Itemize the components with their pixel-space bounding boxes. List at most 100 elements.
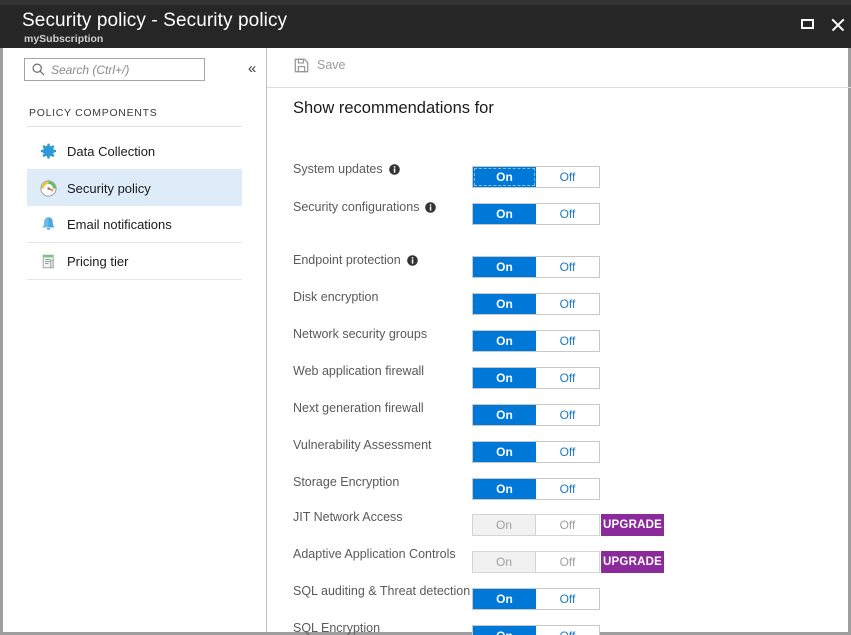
toggle-on-segment: On: [473, 552, 536, 572]
titlebar-top-strip: [0, 0, 851, 5]
recommendation-label: Storage Encryption: [293, 475, 399, 489]
recommendation-label-text: System updates: [293, 162, 383, 176]
recommendation-toggle[interactable]: OnOff: [472, 330, 600, 352]
recommendation-label-text: JIT Network Access: [293, 510, 403, 524]
sidebar-section-divider: [27, 126, 242, 127]
toggle-on-segment[interactable]: On: [473, 405, 536, 425]
sidebar-item-email-notifications[interactable]: Email notifications: [27, 206, 242, 242]
recommendation-toggle[interactable]: OnOff: [472, 441, 600, 463]
command-toolbar: Save: [267, 48, 851, 87]
toggle-on-segment: On: [473, 515, 536, 535]
gauge-icon: [39, 179, 57, 197]
maximize-button[interactable]: [793, 10, 821, 38]
toggle-on-segment[interactable]: On: [473, 331, 536, 351]
recommendation-label: SQL auditing & Threat detection: [293, 584, 470, 598]
recommendation-label: Security configurations: [293, 200, 436, 214]
sidebar-item-label: Security policy: [67, 181, 151, 196]
recommendation-label: JIT Network Access: [293, 510, 403, 524]
toggle-on-segment[interactable]: On: [473, 257, 536, 277]
toggle-off-segment[interactable]: Off: [536, 167, 599, 187]
toggle-off-segment[interactable]: Off: [536, 479, 599, 499]
close-icon: [830, 17, 845, 32]
save-button[interactable]: Save: [293, 57, 346, 73]
recommendation-label-text: Adaptive Application Controls: [293, 547, 456, 561]
window-titlebar: Security policy - Security policy mySubs…: [0, 0, 851, 48]
page-subtitle: mySubscription: [24, 33, 103, 45]
save-icon: [293, 57, 309, 73]
toggle-off-segment[interactable]: Off: [536, 204, 599, 224]
toggle-off-segment[interactable]: Off: [536, 368, 599, 388]
sidebar-item-label: Email notifications: [67, 217, 172, 232]
recommendation-toggle[interactable]: OnOff: [472, 367, 600, 389]
search-box[interactable]: [24, 58, 205, 81]
toggle-on-segment[interactable]: On: [473, 626, 536, 635]
main-pane: Save Show recommendations for System upd…: [267, 48, 851, 632]
toggle-on-segment[interactable]: On: [473, 294, 536, 314]
recommendation-label-text: Network security groups: [293, 327, 427, 341]
sidebar-item-label: Data Collection: [67, 144, 155, 159]
info-icon[interactable]: [389, 164, 400, 175]
recommendation-toggle: OnOff: [472, 514, 600, 536]
recommendation-label: Adaptive Application Controls: [293, 547, 456, 561]
recommendation-toggle[interactable]: OnOff: [472, 203, 600, 225]
security-policy-window: Security policy - Security policy mySubs…: [0, 0, 851, 635]
toggle-off-segment[interactable]: Off: [536, 405, 599, 425]
toggle-off-segment[interactable]: Off: [536, 331, 599, 351]
recommendation-label: Vulnerability Assessment: [293, 438, 432, 452]
bell-icon: [39, 215, 57, 233]
toggle-off-segment[interactable]: Off: [536, 294, 599, 314]
search-input[interactable]: [51, 63, 191, 77]
sidebar-item-security-policy[interactable]: Security policy: [27, 170, 242, 206]
page-title: Security policy - Security policy: [22, 10, 287, 32]
recommendation-toggle[interactable]: OnOff: [472, 404, 600, 426]
section-title: Show recommendations for: [293, 99, 494, 118]
recommendation-label-text: Web application firewall: [293, 364, 424, 378]
sidebar: « POLICY COMPONENTS Data Collection: [3, 48, 266, 632]
close-button[interactable]: [823, 10, 851, 38]
sidebar-item-pricing-tier[interactable]: Pricing tier: [27, 243, 242, 279]
toggle-off-segment: Off: [536, 515, 599, 535]
toggle-on-segment[interactable]: On: [473, 368, 536, 388]
toggle-on-segment[interactable]: On: [473, 442, 536, 462]
recommendation-label-text: Vulnerability Assessment: [293, 438, 432, 452]
toggle-off-segment[interactable]: Off: [536, 257, 599, 277]
search-icon: [32, 63, 45, 76]
recommendation-label: Disk encryption: [293, 290, 378, 304]
upgrade-badge[interactable]: UPGRADE: [601, 514, 664, 536]
gear-icon: [39, 142, 57, 160]
recommendation-toggle[interactable]: OnOff: [472, 625, 600, 635]
recommendation-toggle[interactable]: OnOff: [472, 256, 600, 278]
toggle-off-segment[interactable]: Off: [536, 589, 599, 609]
upgrade-badge[interactable]: UPGRADE: [601, 551, 664, 573]
recommendation-label: SQL Encryption: [293, 621, 380, 635]
toggle-on-segment[interactable]: On: [473, 204, 536, 224]
toggle-on-segment[interactable]: On: [473, 479, 536, 499]
recommendation-label-text: Next generation firewall: [293, 401, 424, 415]
toggle-on-segment[interactable]: On: [473, 167, 536, 187]
recommendation-toggle[interactable]: OnOff: [472, 588, 600, 610]
recommendation-label: Endpoint protection: [293, 253, 418, 267]
toggle-on-segment[interactable]: On: [473, 589, 536, 609]
recommendation-label-text: Endpoint protection: [293, 253, 401, 267]
recommendation-label-text: Security configurations: [293, 200, 419, 214]
chart-icon: [39, 252, 57, 270]
recommendation-label: Web application firewall: [293, 364, 424, 378]
toggle-off-segment[interactable]: Off: [536, 442, 599, 462]
sidebar-item-divider: [27, 279, 242, 280]
recommendation-toggle[interactable]: OnOff: [472, 293, 600, 315]
info-icon[interactable]: [407, 255, 418, 266]
recommendation-label: Next generation firewall: [293, 401, 424, 415]
recommendation-toggle[interactable]: OnOff: [472, 478, 600, 500]
collapse-sidebar-button[interactable]: «: [248, 61, 256, 76]
recommendation-toggle[interactable]: OnOff: [472, 166, 600, 188]
sidebar-section-header: POLICY COMPONENTS: [29, 107, 157, 119]
maximize-icon: [801, 19, 814, 29]
save-button-label: Save: [317, 58, 346, 72]
sidebar-item-data-collection[interactable]: Data Collection: [27, 133, 242, 169]
toggle-off-segment: Off: [536, 552, 599, 572]
recommendation-label-text: Storage Encryption: [293, 475, 399, 489]
recommendation-label: Network security groups: [293, 327, 427, 341]
toggle-off-segment[interactable]: Off: [536, 626, 599, 635]
sidebar-nav-list: Data Collection: [3, 133, 266, 280]
info-icon[interactable]: [425, 202, 436, 213]
